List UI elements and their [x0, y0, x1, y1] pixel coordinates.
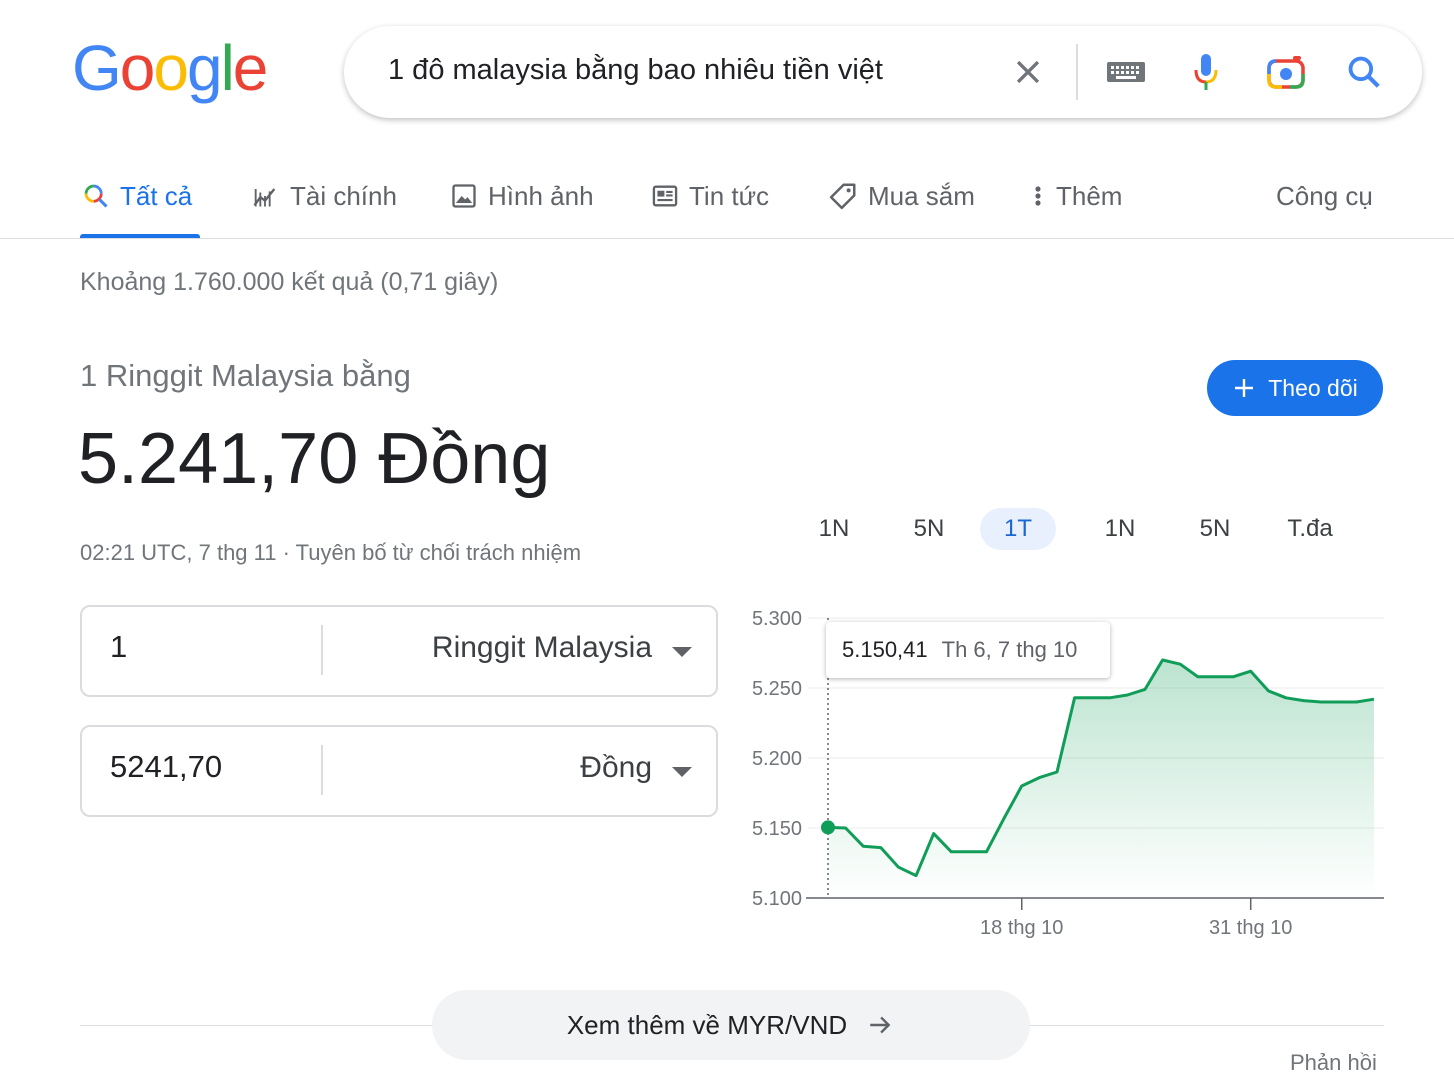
dropdown-arrow-icon[interactable]: [672, 767, 692, 777]
logo-letter: g: [186, 32, 223, 104]
clear-icon[interactable]: [1004, 48, 1052, 96]
google-logo[interactable]: Google: [72, 32, 269, 104]
see-more-button[interactable]: Xem thêm về MYR/VND: [432, 990, 1030, 1060]
tab-finance-label: Tài chính: [290, 180, 397, 211]
tag-icon: [829, 183, 856, 210]
plus-icon: [1235, 379, 1254, 397]
range-1y[interactable]: 1N: [1082, 508, 1158, 550]
news-icon: [652, 185, 678, 207]
logo-letter: l: [220, 32, 235, 104]
tab-images-label: Hình ảnh: [488, 180, 594, 211]
tab-all-label: Tất cả: [120, 180, 193, 211]
from-currency-row: 1 Ringgit Malaysia: [80, 605, 718, 697]
tab-all[interactable]: Tất cả: [82, 176, 192, 216]
conversion-result: 5.241,70 Đồng: [78, 419, 551, 499]
logo-letter: o: [153, 32, 189, 104]
image-icon: [452, 184, 476, 208]
range-1d[interactable]: 1N: [796, 508, 872, 550]
range-5y[interactable]: 5N: [1177, 508, 1253, 550]
y-tick-label: 5.100: [752, 888, 802, 910]
tab-news-label: Tin tức: [689, 180, 770, 211]
logo-letter: G: [72, 32, 122, 104]
y-tick-label: 5.300: [752, 608, 802, 630]
to-amount-input[interactable]: 5241,70: [110, 749, 222, 785]
field-separator: [321, 745, 323, 795]
tooltip-value: 5.150,41: [842, 637, 928, 662]
tab-more-label: Thêm: [1056, 180, 1123, 211]
range-5d[interactable]: 5N: [891, 508, 967, 550]
from-amount-input[interactable]: 1: [110, 629, 127, 665]
x-tick-label: 18 thg 10: [980, 917, 1063, 939]
y-tick-label: 5.250: [752, 678, 802, 700]
to-currency-row: 5241,70 Đồng: [80, 725, 718, 817]
search-divider: [1076, 44, 1078, 100]
tools-button[interactable]: Công cụ: [1276, 176, 1373, 216]
chart-tooltip: 5.150,41 Th 6, 7 thg 10: [826, 622, 1110, 678]
logo-letter: e: [232, 32, 269, 104]
logo-letter: o: [119, 32, 156, 104]
tab-images[interactable]: Hình ảnh: [450, 176, 594, 216]
x-tick-label: 31 thg 10: [1209, 917, 1292, 939]
tab-shopping-label: Mua sắm: [868, 180, 975, 211]
timestamp-disclaimer[interactable]: 02:21 UTC, 7 thg 11 · Tuyên bố từ chối t…: [80, 540, 581, 566]
y-tick-label: 5.150: [752, 818, 802, 840]
chart-hover-point: [821, 820, 835, 835]
microphone-icon[interactable]: [1182, 48, 1230, 96]
y-tick-label: 5.200: [752, 748, 802, 770]
search-icon[interactable]: [1340, 48, 1388, 96]
conversion-subtitle: 1 Ringgit Malaysia bằng: [80, 358, 411, 393]
tab-more[interactable]: Thêm: [1030, 176, 1122, 216]
follow-label: Theo dõi: [1268, 374, 1358, 401]
tab-shopping[interactable]: Mua sắm: [828, 176, 975, 216]
see-more-label: Xem thêm về MYR/VND: [566, 1009, 848, 1040]
from-currency-select[interactable]: Ringgit Malaysia: [432, 631, 652, 665]
search-box: 1 đô malaysia bằng bao nhiêu tiền việt: [344, 26, 1422, 118]
field-separator: [321, 625, 323, 675]
to-currency-select[interactable]: Đồng: [580, 751, 652, 785]
dropdown-arrow-icon[interactable]: [672, 647, 692, 657]
tab-finance[interactable]: Tài chính: [250, 176, 397, 216]
tooltip-date: Th 6, 7 thg 10: [941, 637, 1078, 662]
tab-news[interactable]: Tin tức: [651, 176, 769, 216]
tabs-divider: [0, 238, 1454, 239]
camera-lens-icon[interactable]: [1262, 48, 1310, 96]
feedback-link[interactable]: Phản hồi: [1290, 1050, 1377, 1076]
chart-area-fill: [828, 660, 1374, 898]
keyboard-icon[interactable]: [1102, 48, 1150, 96]
range-1m[interactable]: 1T: [980, 508, 1056, 550]
search-input[interactable]: 1 đô malaysia bằng bao nhiêu tiền việt: [388, 54, 883, 87]
more-vert-icon: [1035, 186, 1041, 206]
follow-button[interactable]: Theo dõi: [1207, 360, 1383, 416]
search-icon: [84, 184, 108, 208]
arrow-right-icon: [870, 1016, 891, 1034]
finance-chart-icon: [253, 188, 276, 207]
range-max[interactable]: T.đa: [1272, 508, 1348, 550]
result-stats: Khoảng 1.760.000 kết quả (0,71 giây): [80, 268, 499, 296]
